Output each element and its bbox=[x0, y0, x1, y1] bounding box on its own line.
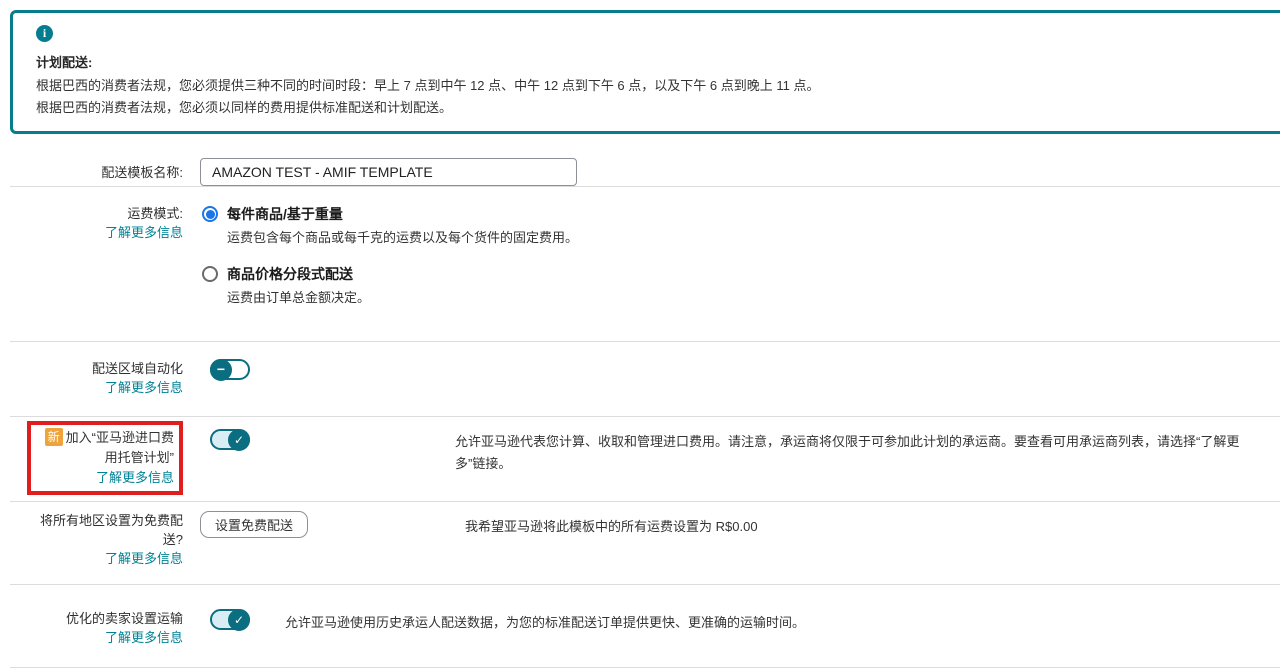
option-label: 商品价格分段式配送 bbox=[227, 264, 370, 284]
info-box-title: 计划配送: bbox=[36, 52, 1265, 71]
region-automation-toggle[interactable] bbox=[210, 359, 250, 380]
rate-model-learn-more-link[interactable]: 了解更多信息 bbox=[105, 223, 183, 242]
radio-button-icon[interactable] bbox=[202, 266, 218, 282]
toggle-check-icon bbox=[228, 609, 250, 631]
free-shipping-description: 我希望亚马逊将此模板中的所有运费设置为 R$0.00 bbox=[465, 516, 758, 538]
toggle-minus-icon bbox=[210, 359, 232, 381]
info-box-line-1: 根据巴西的消费者法规，您必须提供三种不同的时间时段：早上 7 点到中午 12 点… bbox=[36, 78, 1265, 93]
optimized-shipping-toggle[interactable] bbox=[210, 609, 250, 630]
amif-program-description: 允许亚马逊代表您计算、收取和管理进口费用。请注意，承运商将仅限于可参加此计划的承… bbox=[455, 431, 1250, 475]
optimized-shipping-description: 允许亚马逊使用历史承运人配送数据，为您的标准配送订单提供更快、更准确的运输时间。 bbox=[285, 612, 805, 634]
rate-model-option-per-item[interactable]: 每件商品/基于重量 运费包含每个商品或每千克的运费以及每个货件的固定费用。 bbox=[202, 204, 578, 248]
template-name-input[interactable] bbox=[200, 158, 577, 186]
free-shipping-label: 将所有地区设置为免费配送? bbox=[28, 511, 183, 549]
optimized-shipping-row: 优化的卖家设置运输 了解更多信息 允许亚马逊使用历史承运人配送数据，为您的标准配… bbox=[0, 585, 1280, 667]
free-shipping-row: 将所有地区设置为免费配送? 了解更多信息 设置免费配送 我希望亚马逊将此模板中的… bbox=[0, 502, 1280, 584]
region-automation-label: 配送区域自动化 bbox=[0, 359, 183, 378]
amif-program-row: 新加入“亚马逊进口费用托管计划” 了解更多信息 允许亚马逊代表您计算、收取和管理… bbox=[0, 417, 1280, 501]
template-name-row: 配送模板名称: bbox=[0, 158, 1280, 186]
option-description: 运费由订单总金额决定。 bbox=[227, 288, 370, 308]
free-shipping-learn-more-link[interactable]: 了解更多信息 bbox=[105, 549, 183, 568]
option-description: 运费包含每个商品或每千克的运费以及每个货件的固定费用。 bbox=[227, 228, 578, 248]
optimized-shipping-learn-more-link[interactable]: 了解更多信息 bbox=[105, 628, 183, 647]
new-badge: 新 bbox=[45, 428, 63, 446]
rate-model-option-price-banded[interactable]: 商品价格分段式配送 运费由订单总金额决定。 bbox=[202, 264, 578, 308]
info-icon: i bbox=[36, 25, 53, 42]
set-free-shipping-button[interactable]: 设置免费配送 bbox=[200, 511, 308, 538]
amif-learn-more-link[interactable]: 了解更多信息 bbox=[96, 468, 174, 488]
scheduled-delivery-info-box: i 计划配送: 根据巴西的消费者法规，您必须提供三种不同的时间时段：早上 7 点… bbox=[10, 10, 1280, 134]
rate-model-label: 运费模式: bbox=[0, 204, 183, 223]
amif-program-toggle[interactable] bbox=[210, 429, 250, 450]
info-box-line-2: 根据巴西的消费者法规，您必须以同样的费用提供标准配送和计划配送。 bbox=[36, 100, 1265, 115]
toggle-check-icon bbox=[228, 429, 250, 451]
optimized-shipping-label: 优化的卖家设置运输 bbox=[0, 609, 183, 628]
red-highlight-box: 新加入“亚马逊进口费用托管计划” 了解更多信息 bbox=[27, 421, 183, 495]
option-label: 每件商品/基于重量 bbox=[227, 204, 578, 224]
region-automation-row: 配送区域自动化 了解更多信息 bbox=[0, 342, 1280, 416]
amif-program-label: 加入“亚马逊进口费用托管计划” bbox=[66, 430, 174, 465]
template-name-label: 配送模板名称: bbox=[0, 163, 183, 182]
radio-button-icon[interactable] bbox=[202, 206, 218, 222]
region-automation-learn-more-link[interactable]: 了解更多信息 bbox=[105, 378, 183, 397]
rate-model-row: 运费模式: 了解更多信息 每件商品/基于重量 运费包含每个商品或每千克的运费以及… bbox=[0, 187, 1280, 341]
